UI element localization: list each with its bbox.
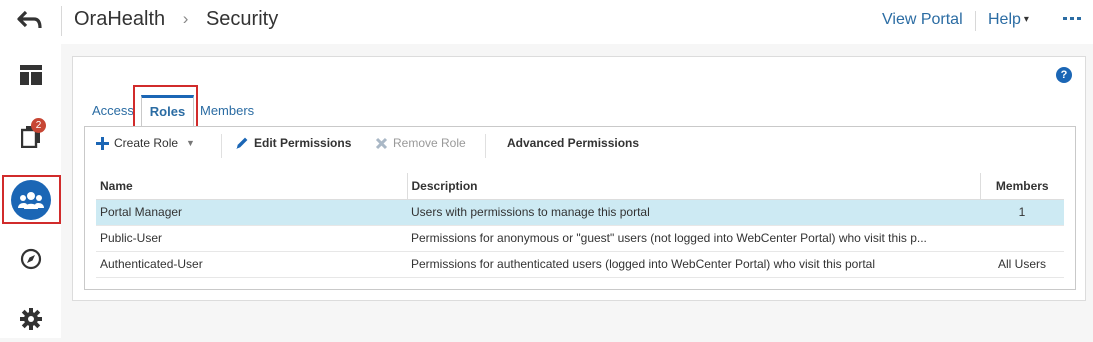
role-members: 1 [980, 199, 1064, 226]
layout-icon [19, 65, 42, 85]
rail-item-pages[interactable]: 2 [0, 114, 61, 160]
edit-permissions-label: Edit Permissions [254, 136, 352, 150]
page-title: Security [205, 8, 279, 30]
table-row[interactable]: Authenticated-User Permissions for authe… [96, 251, 1064, 278]
column-header-description[interactable]: Description [407, 173, 981, 200]
role-name: Public-User [96, 225, 407, 252]
tab-access[interactable]: Access [92, 95, 134, 127]
role-description: Permissions for anonymous or "guest" use… [407, 225, 980, 252]
top-header: OraHealth › Security View Portal Help ▾ [0, 0, 1093, 44]
header-divider [61, 6, 62, 36]
pencil-icon [236, 137, 248, 149]
remove-role-button[interactable]: Remove Role [375, 136, 466, 150]
role-description: Users with permissions to manage this po… [407, 199, 980, 226]
roles-content: Create Role ▼ Edit Permissions Remove Ro… [84, 126, 1076, 290]
table-header-row: Name Description Members [96, 173, 1064, 200]
tab-members[interactable]: Members [200, 95, 254, 127]
help-label: Help [988, 11, 1021, 28]
back-arrow-icon[interactable] [16, 8, 44, 32]
left-rail: 2 [0, 44, 61, 338]
advanced-permissions-button[interactable]: Advanced Permissions [507, 136, 639, 150]
edit-permissions-button[interactable]: Edit Permissions [235, 136, 351, 150]
breadcrumb-separator: › [182, 9, 189, 28]
role-name: Authenticated-User [96, 251, 407, 278]
close-icon [375, 137, 388, 149]
create-role-button[interactable]: Create Role ▼ [96, 136, 195, 150]
compass-icon [20, 248, 41, 270]
gear-icon [19, 308, 42, 330]
role-members: All Users [980, 251, 1064, 278]
rail-item-settings[interactable] [0, 296, 61, 342]
header-divider [975, 11, 976, 31]
rail-item-layout[interactable] [0, 52, 61, 98]
active-rail-highlight [2, 175, 61, 224]
help-icon[interactable]: ? [1056, 67, 1072, 83]
remove-role-label: Remove Role [393, 136, 466, 150]
roles-table: Name Description Members Portal Manager … [96, 173, 1064, 278]
table-row[interactable]: Portal Manager Users with permissions to… [96, 199, 1064, 226]
chevron-down-icon: ▾ [1023, 14, 1029, 25]
role-members [980, 225, 1064, 252]
plus-icon [96, 136, 109, 150]
table-row[interactable]: Public-User Permissions for anonymous or… [96, 225, 1064, 252]
view-portal-link[interactable]: View Portal [882, 11, 963, 29]
security-panel: ? Access Roles Members Create Role ▼ Edi… [72, 56, 1086, 301]
column-header-members[interactable]: Members [980, 173, 1064, 200]
column-header-name[interactable]: Name [96, 173, 408, 200]
rail-item-explore[interactable] [0, 236, 61, 282]
notification-badge: 2 [31, 118, 46, 133]
dropdown-arrow-icon[interactable]: ▼ [186, 138, 195, 148]
role-name: Portal Manager [96, 199, 407, 226]
help-menu[interactable]: Help ▾ [988, 11, 1029, 29]
toolbar-divider [221, 134, 222, 158]
breadcrumb-app-name[interactable]: OraHealth [74, 8, 165, 30]
create-role-label: Create Role [114, 136, 179, 150]
roles-toolbar: Create Role ▼ Edit Permissions Remove Ro… [85, 127, 1075, 161]
toolbar-divider [485, 134, 486, 158]
more-dots-icon[interactable] [1062, 13, 1084, 25]
role-description: Permissions for authenticated users (log… [407, 251, 980, 278]
breadcrumb: OraHealth › Security [74, 8, 278, 31]
